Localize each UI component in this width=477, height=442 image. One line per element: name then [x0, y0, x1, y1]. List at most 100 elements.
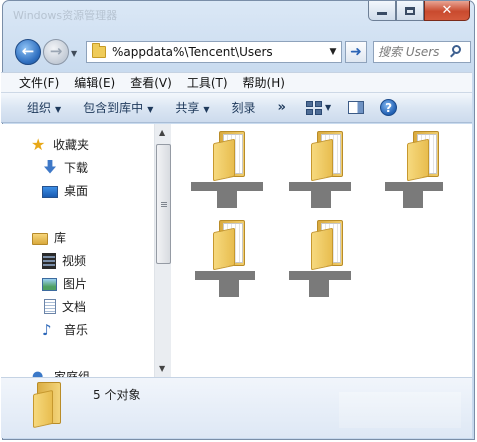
documents-icon — [44, 299, 56, 314]
navigation-scrollbar[interactable]: ▲ ▼ — [154, 124, 171, 377]
folder-icon — [213, 220, 253, 271]
redaction-bar — [403, 191, 423, 208]
back-button[interactable]: ← — [15, 39, 41, 65]
sidebar-item-label: 文档 — [62, 300, 87, 314]
star-icon: ★ — [31, 134, 46, 154]
item-count: 5 个对象 — [93, 388, 141, 402]
sidebar-item-label: 下载 — [64, 161, 89, 175]
close-button[interactable]: ✕ — [424, 1, 470, 21]
navigation-bar: ← → ▼ %appdata%\Tencent\Users ▼ ➜ — [11, 37, 471, 67]
change-view-icon[interactable] — [305, 100, 322, 115]
menu-bar: 文件(F) 编辑(E) 查看(V) 工具(T) 帮助(H) — [1, 72, 472, 93]
folder-icon — [33, 382, 67, 429]
redaction-bar — [289, 182, 351, 191]
include-in-library-label: 包含到库中 — [83, 101, 144, 115]
address-dropdown[interactable]: ▼ — [325, 47, 341, 57]
pictures-icon — [42, 278, 57, 291]
sidebar-item-label: 收藏夹 — [53, 138, 90, 152]
scrollbar-thumb[interactable] — [156, 144, 171, 264]
minimize-icon — [377, 12, 387, 15]
redaction-bar — [191, 182, 263, 191]
sidebar-item-downloads[interactable]: 下载 — [1, 156, 151, 179]
maximize-button[interactable] — [396, 1, 424, 21]
caption-buttons: ✕ — [368, 1, 470, 22]
recent-pages-dropdown[interactable]: ▼ — [71, 49, 77, 58]
search-box[interactable] — [373, 41, 471, 63]
grip-icon — [161, 202, 167, 208]
blurred-region — [339, 392, 461, 428]
search-input[interactable] — [374, 45, 450, 59]
folder-item[interactable] — [289, 126, 369, 211]
include-in-library-button[interactable]: 包含到库中 ▼ — [83, 99, 153, 116]
sidebar-item-label: 图片 — [63, 277, 88, 291]
redaction-bar — [385, 182, 443, 191]
maximize-icon — [405, 6, 415, 15]
homegroup-group: ● 家庭组 — [1, 365, 151, 378]
desktop-icon — [42, 185, 58, 198]
folder-item[interactable] — [385, 126, 465, 211]
menu-help[interactable]: 帮助(H) — [243, 74, 285, 91]
folder-icon — [407, 131, 447, 182]
scroll-up-icon[interactable]: ▲ — [159, 128, 165, 137]
address-path[interactable]: %appdata%\Tencent\Users — [112, 45, 325, 59]
arrow-right-icon: → — [49, 42, 63, 60]
music-icon: ♪ — [42, 320, 52, 339]
libraries-group: 库 视频 图片 文档 ♪ 音乐 — [1, 226, 151, 341]
sidebar-item-videos[interactable]: 视频 — [1, 249, 151, 272]
redaction-bar — [219, 280, 239, 297]
view-options-dropdown[interactable]: ▼ — [325, 103, 331, 112]
sidebar-item-label: 音乐 — [64, 323, 89, 337]
sidebar-item-pictures[interactable]: 图片 — [1, 272, 151, 295]
arrow-left-icon: ← — [21, 42, 35, 60]
organize-button[interactable]: 组织 ▼ — [27, 99, 61, 116]
video-icon — [42, 252, 56, 269]
sidebar-item-libraries[interactable]: 库 — [1, 226, 151, 249]
redaction-bar — [195, 271, 255, 280]
search-icon[interactable] — [450, 45, 464, 59]
sidebar-item-label: 家庭组 — [54, 370, 91, 377]
arrow-right-icon: ➜ — [350, 44, 362, 60]
folder-icon — [213, 131, 253, 182]
scroll-down-icon[interactable]: ▼ — [159, 364, 165, 373]
sidebar-item-music[interactable]: ♪ 音乐 — [1, 318, 151, 341]
folder-item[interactable] — [289, 215, 369, 300]
library-icon — [32, 233, 48, 245]
folder-item[interactable] — [191, 126, 271, 211]
sidebar-item-favorites[interactable]: ★ 收藏夹 — [1, 133, 151, 156]
favorites-group: ★ 收藏夹 下载 桌面 — [1, 133, 151, 202]
sidebar-item-homegroup[interactable]: ● 家庭组 — [1, 365, 151, 378]
file-list — [171, 124, 472, 377]
address-bar[interactable]: %appdata%\Tencent\Users ▼ — [86, 41, 342, 63]
preview-pane-icon[interactable] — [348, 101, 365, 114]
minimize-button[interactable] — [368, 1, 396, 21]
redaction-bar — [311, 191, 331, 208]
help-icon[interactable]: ? — [380, 99, 398, 116]
download-icon — [42, 159, 58, 176]
share-button[interactable]: 共享 ▼ — [175, 99, 209, 116]
chevron-down-icon: ▼ — [203, 105, 210, 114]
menu-edit[interactable]: 编辑(E) — [74, 74, 115, 91]
sidebar-item-label: 库 — [54, 231, 67, 245]
menu-tools[interactable]: 工具(T) — [187, 74, 228, 91]
sidebar-item-documents[interactable]: 文档 — [1, 295, 151, 318]
chevron-down-icon: ▼ — [147, 105, 154, 114]
organize-label: 组织 — [27, 101, 52, 115]
homegroup-icon: ● — [32, 368, 44, 378]
sidebar-item-label: 视频 — [62, 254, 87, 268]
menu-view[interactable]: 查看(V) — [130, 74, 172, 91]
more-commands-button[interactable]: » — [278, 100, 286, 115]
menu-file[interactable]: 文件(F) — [19, 74, 59, 91]
go-button[interactable]: ➜ — [345, 41, 367, 63]
chevron-down-icon: ▼ — [55, 105, 62, 114]
forward-button[interactable]: → — [43, 39, 69, 65]
window-title: Windows资源管理器 — [13, 9, 118, 22]
sidebar-item-label: 桌面 — [64, 184, 89, 198]
navigation-pane: ★ 收藏夹 下载 桌面 库 视频 图片 文档 ♪ 音乐 ● 家庭组 — [1, 124, 154, 377]
folder-icon — [311, 131, 351, 182]
burn-button[interactable]: 刻录 — [232, 99, 256, 116]
folder-item[interactable] — [191, 215, 271, 300]
folder-icon — [311, 220, 351, 271]
sidebar-item-desktop[interactable]: 桌面 — [1, 179, 151, 202]
details-pane: 5 个对象 — [1, 377, 472, 438]
close-icon: ✕ — [441, 3, 453, 18]
